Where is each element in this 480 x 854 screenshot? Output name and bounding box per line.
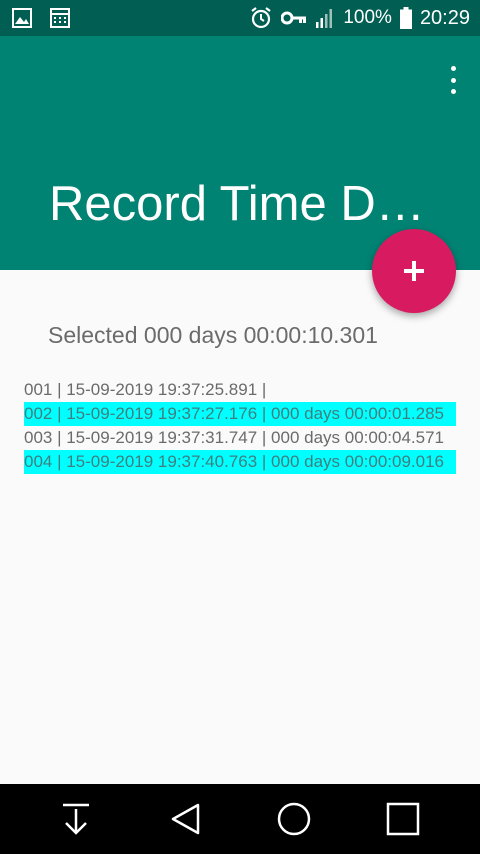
- image-icon: [12, 8, 32, 28]
- back-icon[interactable]: [168, 801, 204, 837]
- recents-icon[interactable]: [385, 801, 421, 837]
- status-indicators: 100% 20:29: [249, 0, 470, 36]
- calendar-icon: [50, 8, 70, 28]
- home-icon[interactable]: [276, 801, 312, 837]
- selected-summary: Selected 000 days 00:00:10.301: [48, 322, 378, 348]
- download-icon[interactable]: [58, 801, 94, 837]
- key-icon: [281, 8, 307, 28]
- clock: 20:29: [419, 6, 470, 29]
- navigation-bar: [0, 784, 480, 854]
- overflow-menu-icon[interactable]: [446, 66, 460, 94]
- add-record-button[interactable]: [372, 229, 456, 313]
- battery-text: 100%: [343, 7, 392, 28]
- status-notifications: [12, 8, 70, 28]
- screen: 100% 20:29 Record Time Dr… Selected 000 …: [0, 0, 480, 854]
- plus-icon: [404, 261, 424, 281]
- record-row-selected[interactable]: 004 | 15-09-2019 19:37:40.763 | 000 days…: [24, 450, 456, 474]
- status-bar: 100% 20:29: [0, 0, 480, 36]
- alarm-icon: [249, 6, 273, 30]
- app-title: Record Time Dr…: [49, 177, 434, 231]
- record-row[interactable]: 003 | 15-09-2019 19:37:31.747 | 000 days…: [24, 426, 464, 450]
- signal-icon: [315, 7, 335, 29]
- battery-icon: [399, 7, 412, 29]
- record-row[interactable]: 001 | 15-09-2019 19:37:25.891 |: [24, 378, 464, 402]
- record-row-selected[interactable]: 002 | 15-09-2019 19:37:27.176 | 000 days…: [24, 402, 456, 426]
- record-list: 001 | 15-09-2019 19:37:25.891 | 002 | 15…: [24, 378, 464, 474]
